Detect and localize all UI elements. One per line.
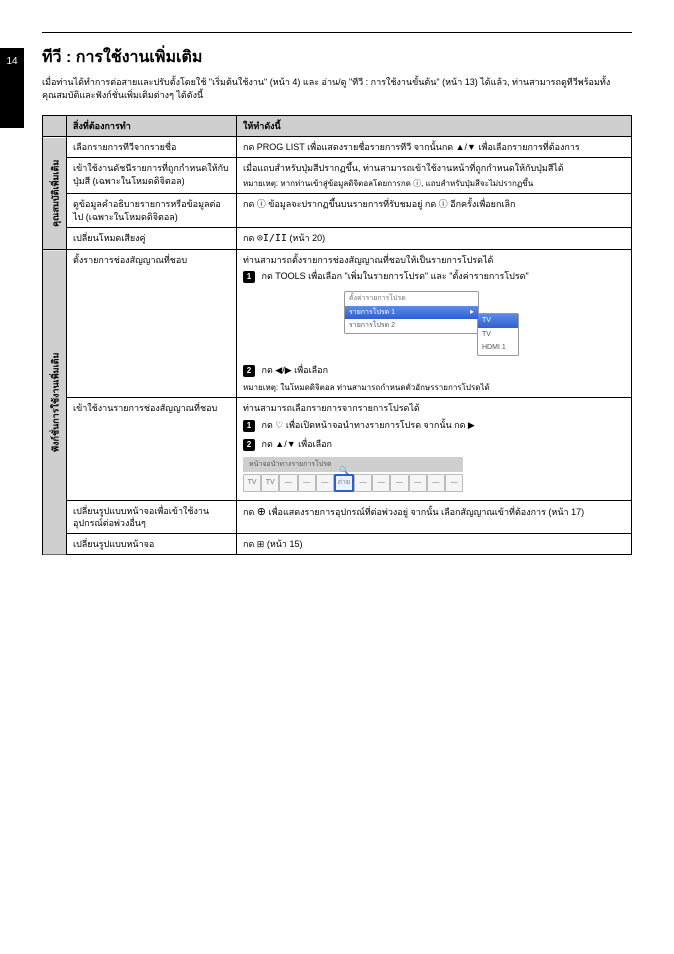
page-subtitle: เมื่อท่านได้ทำการต่อสายและปรับตั้งโดยใช้… [42,76,632,101]
fav-slot: — [445,474,463,492]
top-rule [42,32,632,33]
fav-slot: — [316,474,334,492]
todo-1: เลือกรายการทีวีจากรายชื่อ [67,137,237,158]
favorite-nav-ui: หน้าจอนำทางรายการโปรด TV TV — — — ถ่าย —… [243,457,463,494]
category-functions: ฟังก์ชั่นการใช้งานเพิ่มเติม [43,250,67,555]
fav-slot: — [390,474,408,492]
fav-slot: TV [261,474,279,492]
page-number: 14 [0,48,24,128]
fav-slot: — [372,474,390,492]
do-1: กด PROG LIST เพื่อแสดงรายชื่อรายการทีวี … [237,137,632,158]
favorite-main-panel: ตั้งค่ารายการโปรด รายการโปรด 1 รายการโปร… [344,291,479,333]
page-title: ทีวี : การใช้งานเพิ่มเติม [42,45,632,70]
do-8: กด ⊞ (หน้า 15) [237,534,632,555]
todo-8: เปลี่ยนรูปแบบหน้าจอ [67,534,237,555]
do-7: กด ⊕ เพื่อแสดงรายการอุปกรณ์ที่ต่อพ่วงอยู… [237,501,632,534]
do-5: ท่านสามารถตั้งรายการช่องสัญญาณที่ชอบให้เ… [237,250,632,398]
step-1-icon: 1 [243,271,255,283]
do-3: กด ⓘ ข้อมูลจะปรากฏขึ้นบนรายการที่รับชมอย… [237,194,632,227]
do-6: ท่านสามารถเลือกรายการจากรายการโปรดได้ 1 … [237,398,632,501]
fav-item-2: รายการโปรด 2 [345,319,478,332]
fav-slot-selected: ถ่าย [334,474,354,492]
category-features: คุณสมบัติเพิ่มเติม [43,137,67,250]
fav-slot: — [354,474,372,492]
todo-7: เปลี่ยนรูปแบบหน้าจอเพื่อเข้าใช้งานอุปกรณ… [67,501,237,534]
favorite-nav-bar: TV TV — — — ถ่าย — — — — — — [243,472,463,494]
instruction-table: สิ่งที่ต้องการทำ ให้ทำดังนี้ คุณสมบัติเพ… [42,115,632,555]
do-2: เมื่อแถบสำหรับปุ่มสีปรากฏขึ้น, ท่านสามาร… [237,158,632,194]
fav-slot: — [427,474,445,492]
step-1b-icon: 1 [243,420,255,432]
step-2b-icon: 2 [243,439,255,451]
todo-4: เปลี่ยนโหมดเสียงคู่ [67,227,237,250]
do-4: กด ⊙I/II (หน้า 20) [237,227,632,250]
header-do: ให้ทำดังนี้ [237,116,632,137]
todo-6: เข้าใช้งานรายการช่องสัญญาณที่ชอบ [67,398,237,501]
todo-5: ตั้งรายการช่องสัญญาณที่ชอบ [67,250,237,398]
fav-slot: — [279,474,297,492]
page-number-value: 14 [6,56,17,67]
dual-sound-icon: ⊙I/II [257,233,287,244]
step-2-icon: 2 [243,365,255,377]
favorite-sub-panel: TV TV HDMI 1 [477,313,519,355]
header-todo: สิ่งที่ต้องการทำ [67,116,237,137]
fav-slot: TV [243,474,261,492]
fav-slot: — [298,474,316,492]
input-source-icon: ⊕ [257,506,266,518]
favorite-setup-ui: ตั้งค่ารายการโปรด รายการโปรด 1 รายการโปร… [344,291,524,355]
todo-2: เข้าใช้งานดัชนีรายการที่ถูกกำหนดให้กับปุ… [67,158,237,194]
header-blank [43,116,67,137]
fav-item-1: รายการโปรด 1 [345,306,478,319]
page: 14 ทีวี : การใช้งานเพิ่มเติม เมื่อท่านได… [0,0,674,583]
fav-slot: — [409,474,427,492]
todo-3: ดูข้อมูลคำอธิบายรายการหรือข้อมูลต่อไป (เ… [67,194,237,227]
